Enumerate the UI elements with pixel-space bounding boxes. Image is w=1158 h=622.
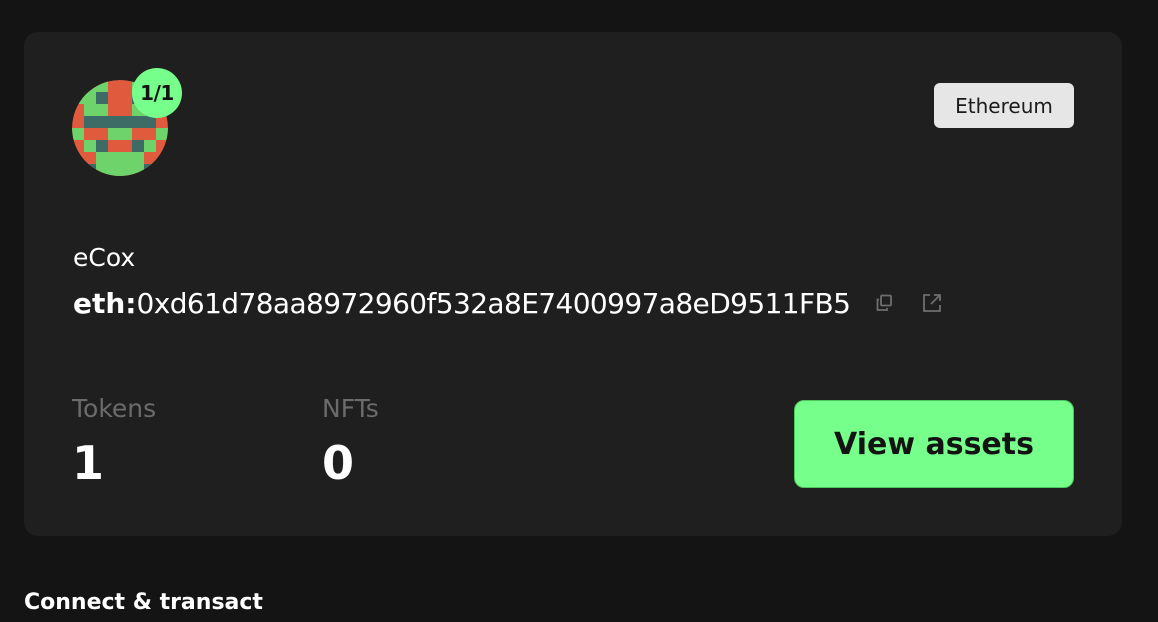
network-chip: Ethereum — [934, 83, 1074, 128]
address-chain-prefix: eth: — [73, 286, 137, 320]
copy-icon[interactable] — [872, 291, 896, 315]
nfts-value: 0 — [322, 436, 355, 490]
tokens-stat: Tokens 1 — [72, 392, 156, 488]
tokens-label: Tokens — [72, 394, 157, 423]
external-link-icon[interactable] — [920, 291, 944, 315]
view-assets-button[interactable]: View assets — [794, 400, 1074, 488]
safe-name: eCox — [73, 243, 136, 272]
nfts-label: NFTs — [322, 394, 379, 423]
nfts-stat: NFTs 0 — [322, 392, 379, 488]
safe-address: eth: 0xd61d78aa8972960f532a8E7400997a8eD… — [73, 284, 944, 322]
tokens-value: 1 — [72, 436, 105, 490]
address-value: 0xd61d78aa8972960f532a8E7400997a8eD9511F… — [136, 286, 851, 320]
threshold-badge: 1/1 — [132, 68, 182, 118]
connect-transact-heading: Connect & transact — [24, 590, 263, 615]
safe-overview-card: 1/1 Ethereum eCox eth: 0xd61d78aa8972960… — [24, 32, 1122, 536]
